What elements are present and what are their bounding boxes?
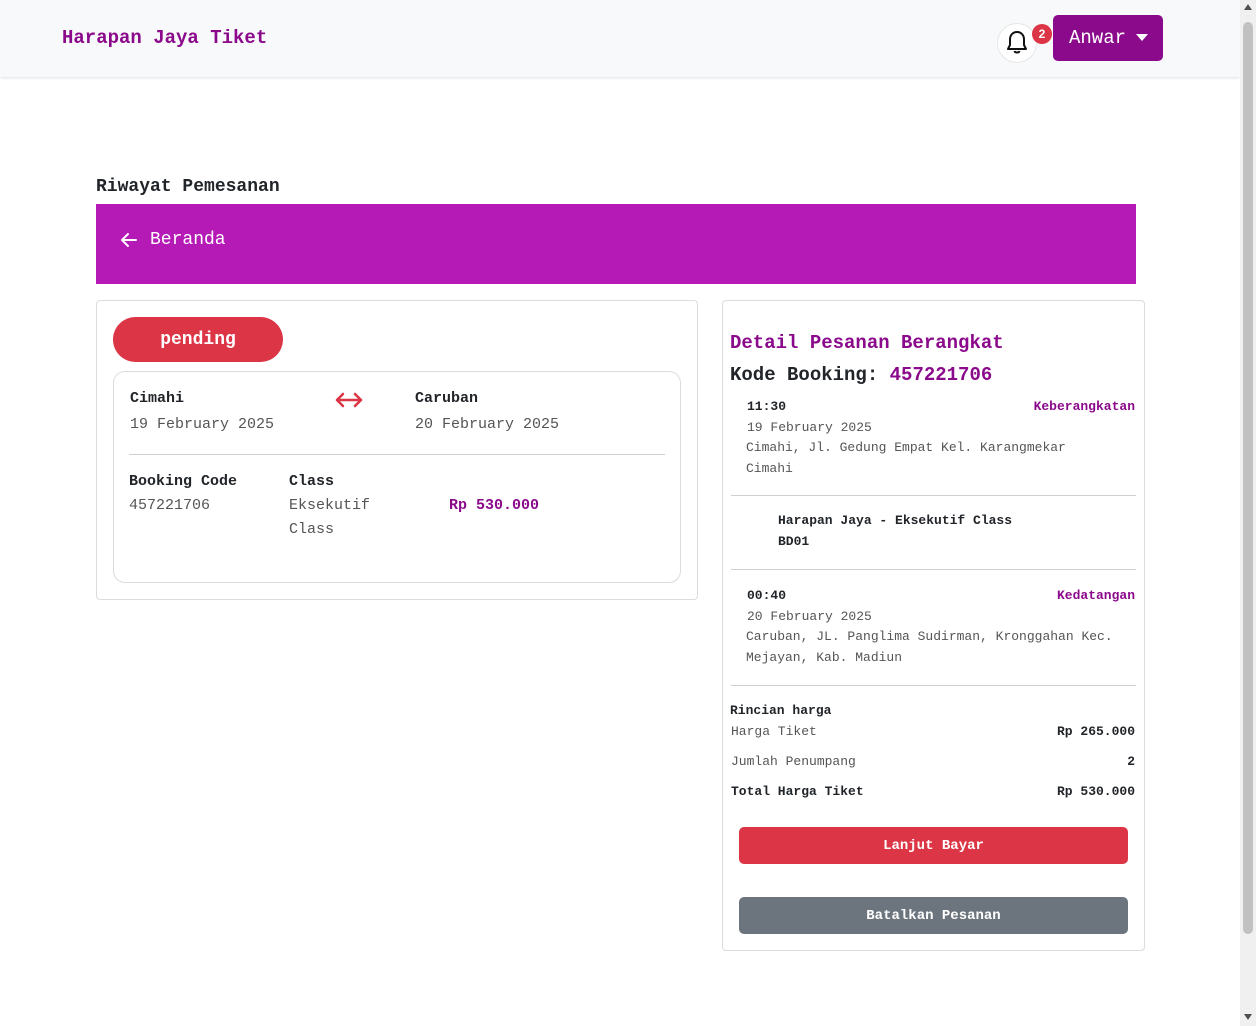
detail-divider <box>731 685 1136 686</box>
arrival-time: 00:40 <box>747 588 787 603</box>
kode-booking-label: Kode Booking: <box>730 364 879 386</box>
detail-title: Detail Pesanan Berangkat <box>730 332 1004 354</box>
scroll-up-arrow-icon[interactable] <box>1244 4 1252 10</box>
card-divider <box>129 454 665 455</box>
origin-date: 19 February 2025 <box>130 416 275 433</box>
arrival-address-line2: Mejayan, Kab. Madiun <box>746 650 903 665</box>
ticket-price-value: Rp 265.000 <box>1056 724 1135 739</box>
bus-name: Harapan Jaya - Eksekutif Class <box>778 513 1013 528</box>
notification-count-badge: 2 <box>1032 24 1052 44</box>
brand-logo-text[interactable]: Harapan Jaya Tiket <box>62 27 267 49</box>
departure-address-line2: Cimahi <box>746 461 793 476</box>
arrival-date: 20 February 2025 <box>747 609 872 624</box>
double-arrow-icon <box>335 392 363 408</box>
detail-divider <box>731 569 1136 570</box>
price-breakdown-heading: Rincian harga <box>730 703 832 718</box>
user-name-label: Anwar <box>1069 27 1127 49</box>
bus-code: BD01 <box>778 534 810 549</box>
notification-bell-button[interactable] <box>997 23 1037 63</box>
scrollbar-thumb[interactable] <box>1243 22 1253 934</box>
scroll-down-arrow-icon[interactable] <box>1244 1014 1252 1020</box>
departure-time: 11:30 <box>747 399 787 414</box>
back-link-label: Beranda <box>150 230 226 250</box>
arrival-tag: Kedatangan <box>1056 588 1135 603</box>
order-price: Rp 530.000 <box>449 497 540 514</box>
booking-code-label: Booking Code <box>129 473 238 490</box>
class-value-line2: Class <box>289 521 335 538</box>
caret-down-icon <box>1136 34 1148 41</box>
cancel-order-button[interactable]: Batalkan Pesanan <box>739 897 1128 934</box>
arrow-left-icon <box>121 233 137 247</box>
detail-divider <box>731 495 1136 496</box>
arrival-address-line1: Caruban, JL. Panglima Sudirman, Kronggah… <box>746 629 1113 644</box>
ticket-price-label: Harga Tiket <box>731 724 817 739</box>
destination-city: Caruban <box>415 390 479 407</box>
class-value-line1: Eksekutif <box>289 497 371 514</box>
passenger-count-label: Jumlah Penumpang <box>731 754 856 769</box>
total-price-value: Rp 530.000 <box>1056 784 1135 799</box>
bell-icon <box>1007 31 1027 54</box>
page-title: Riwayat Pemesanan <box>96 177 280 197</box>
departure-address-line1: Cimahi, Jl. Gedung Empat Kel. Karangmeka… <box>746 440 1066 455</box>
total-price-label: Total Harga Tiket <box>731 784 864 799</box>
class-label: Class <box>289 473 335 490</box>
destination-date: 20 February 2025 <box>415 416 560 433</box>
kode-booking-value: 457221706 <box>889 364 993 386</box>
origin-city: Cimahi <box>130 390 185 407</box>
booking-code-heading: Kode Booking: 457221706 <box>730 364 992 386</box>
page-banner <box>96 204 1136 284</box>
departure-tag: Keberangkatan <box>1033 399 1135 414</box>
passenger-count-value: 2 <box>1127 754 1135 769</box>
departure-date: 19 February 2025 <box>747 420 872 435</box>
booking-code-value: 457221706 <box>129 497 211 514</box>
status-badge: pending <box>113 317 283 362</box>
back-to-home-link[interactable]: Beranda <box>120 230 226 250</box>
pay-button[interactable]: Lanjut Bayar <box>739 827 1128 864</box>
